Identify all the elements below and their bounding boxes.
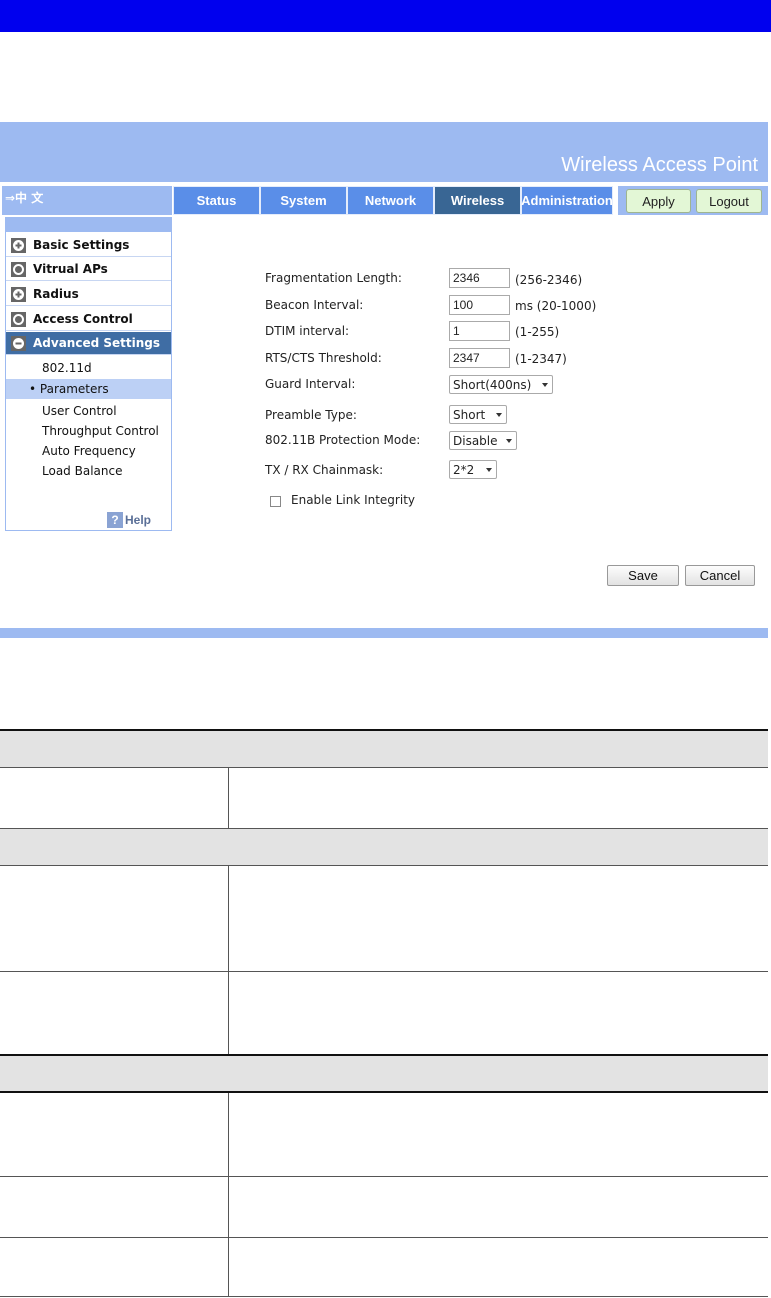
apply-button[interactable]: Apply <box>626 189 691 213</box>
rts-label: RTS/CTS Threshold: <box>265 351 382 365</box>
table-column-divider <box>228 1093 229 1296</box>
table-border <box>0 1091 768 1093</box>
beacon-input[interactable] <box>449 295 510 315</box>
table-column-divider <box>228 768 229 828</box>
table-section-header <box>0 1056 768 1092</box>
logout-button[interactable]: Logout <box>696 189 762 213</box>
sidebar-item-advanced-settings[interactable]: Advanced Settings <box>6 332 171 355</box>
tab-administration[interactable]: Administration <box>521 186 613 215</box>
table-border <box>0 1176 768 1177</box>
preamble-value: Short <box>453 407 486 422</box>
help-label: Help <box>125 513 152 527</box>
sidebar: Basic Settings Vitrual APs Radius Access… <box>5 217 172 531</box>
table-border <box>0 1296 768 1297</box>
sidebar-subitem-parameters[interactable]: • Parameters <box>6 379 171 399</box>
circle-icon <box>9 260 28 279</box>
link-integrity-label: Enable Link Integrity <box>291 493 416 507</box>
save-button[interactable]: Save <box>607 565 679 586</box>
protection-select[interactable]: Disable <box>449 431 517 450</box>
minus-icon <box>9 334 28 353</box>
table-border <box>0 828 768 829</box>
preamble-label: Preamble Type: <box>265 408 357 422</box>
tab-wireless[interactable]: Wireless <box>434 186 521 215</box>
language-switch[interactable]: ⇒中 文 <box>2 186 172 215</box>
preamble-select[interactable]: Short <box>449 405 507 424</box>
sidebar-item-label: Vitrual APs <box>33 262 108 276</box>
table-border <box>0 1237 768 1238</box>
guard-label: Guard Interval: <box>265 377 356 391</box>
sidebar-subitem-80211d[interactable]: 802.11d <box>6 358 171 378</box>
table-border <box>0 729 768 731</box>
beacon-range: ms (20-1000) <box>515 299 597 313</box>
beacon-label: Beacon Interval: <box>265 298 364 312</box>
cancel-button[interactable]: Cancel <box>685 565 755 586</box>
sidebar-subitem-auto-frequency[interactable]: Auto Frequency <box>6 441 171 461</box>
sidebar-subitem-load-balance[interactable]: Load Balance <box>6 461 171 481</box>
rts-range: (1-2347) <box>515 352 567 366</box>
sidebar-item-label: Radius <box>33 287 79 301</box>
chevron-down-icon <box>496 413 502 417</box>
help-link[interactable]: ? Help <box>107 512 151 528</box>
top-title-bar <box>0 0 771 32</box>
frag-label: Fragmentation Length: <box>265 271 402 285</box>
dtim-range: (1-255) <box>515 325 560 339</box>
rts-input[interactable] <box>449 348 510 368</box>
sidebar-item-radius[interactable]: Radius <box>6 283 171 306</box>
table-section-header <box>0 730 768 768</box>
dtim-input[interactable] <box>449 321 510 341</box>
sidebar-item-label: Access Control <box>33 312 133 326</box>
table-border <box>0 1054 768 1056</box>
sidebar-item-basic-settings[interactable]: Basic Settings <box>6 234 171 257</box>
sidebar-subitem-user-control[interactable]: User Control <box>6 401 171 421</box>
table-section-header <box>0 829 768 866</box>
protection-label: 802.11B Protection Mode: <box>265 433 421 447</box>
sidebar-subitem-throughput-control[interactable]: Throughput Control <box>6 421 171 441</box>
guard-value: Short(400ns) <box>453 377 532 392</box>
question-icon: ? <box>107 512 123 528</box>
chainmask-value: 2*2 <box>453 462 475 477</box>
chainmask-select[interactable]: 2*2 <box>449 460 497 479</box>
link-integrity-checkbox[interactable] <box>270 496 281 507</box>
table-border <box>0 971 768 972</box>
chevron-down-icon <box>486 468 492 472</box>
sidebar-header <box>6 218 171 232</box>
chainmask-label: TX / RX Chainmask: <box>265 463 384 477</box>
sidebar-item-label: Basic Settings <box>33 238 130 252</box>
table-border <box>0 767 768 768</box>
sidebar-item-virtual-aps[interactable]: Vitrual APs <box>6 258 171 281</box>
sidebar-item-access-control[interactable]: Access Control <box>6 308 171 331</box>
tab-system[interactable]: System <box>260 186 347 215</box>
tab-network[interactable]: Network <box>347 186 434 215</box>
dtim-label: DTIM interval: <box>265 324 350 338</box>
sidebar-item-label: Advanced Settings <box>33 336 161 350</box>
table-border <box>0 865 768 866</box>
plus-icon <box>9 285 28 304</box>
circle-icon <box>9 310 28 329</box>
table-column-divider <box>228 866 229 1054</box>
frag-range: (256-2346) <box>515 273 583 287</box>
tab-status[interactable]: Status <box>173 186 260 215</box>
plus-icon <box>9 236 28 255</box>
protection-value: Disable <box>453 433 498 448</box>
section-divider <box>0 628 768 638</box>
chevron-down-icon <box>542 383 548 387</box>
guard-select[interactable]: Short(400ns) <box>449 375 553 394</box>
frag-input[interactable] <box>449 268 510 288</box>
app-banner: Wireless Access Point <box>0 122 768 182</box>
app-title: Wireless Access Point <box>561 154 758 176</box>
chevron-down-icon <box>506 439 512 443</box>
